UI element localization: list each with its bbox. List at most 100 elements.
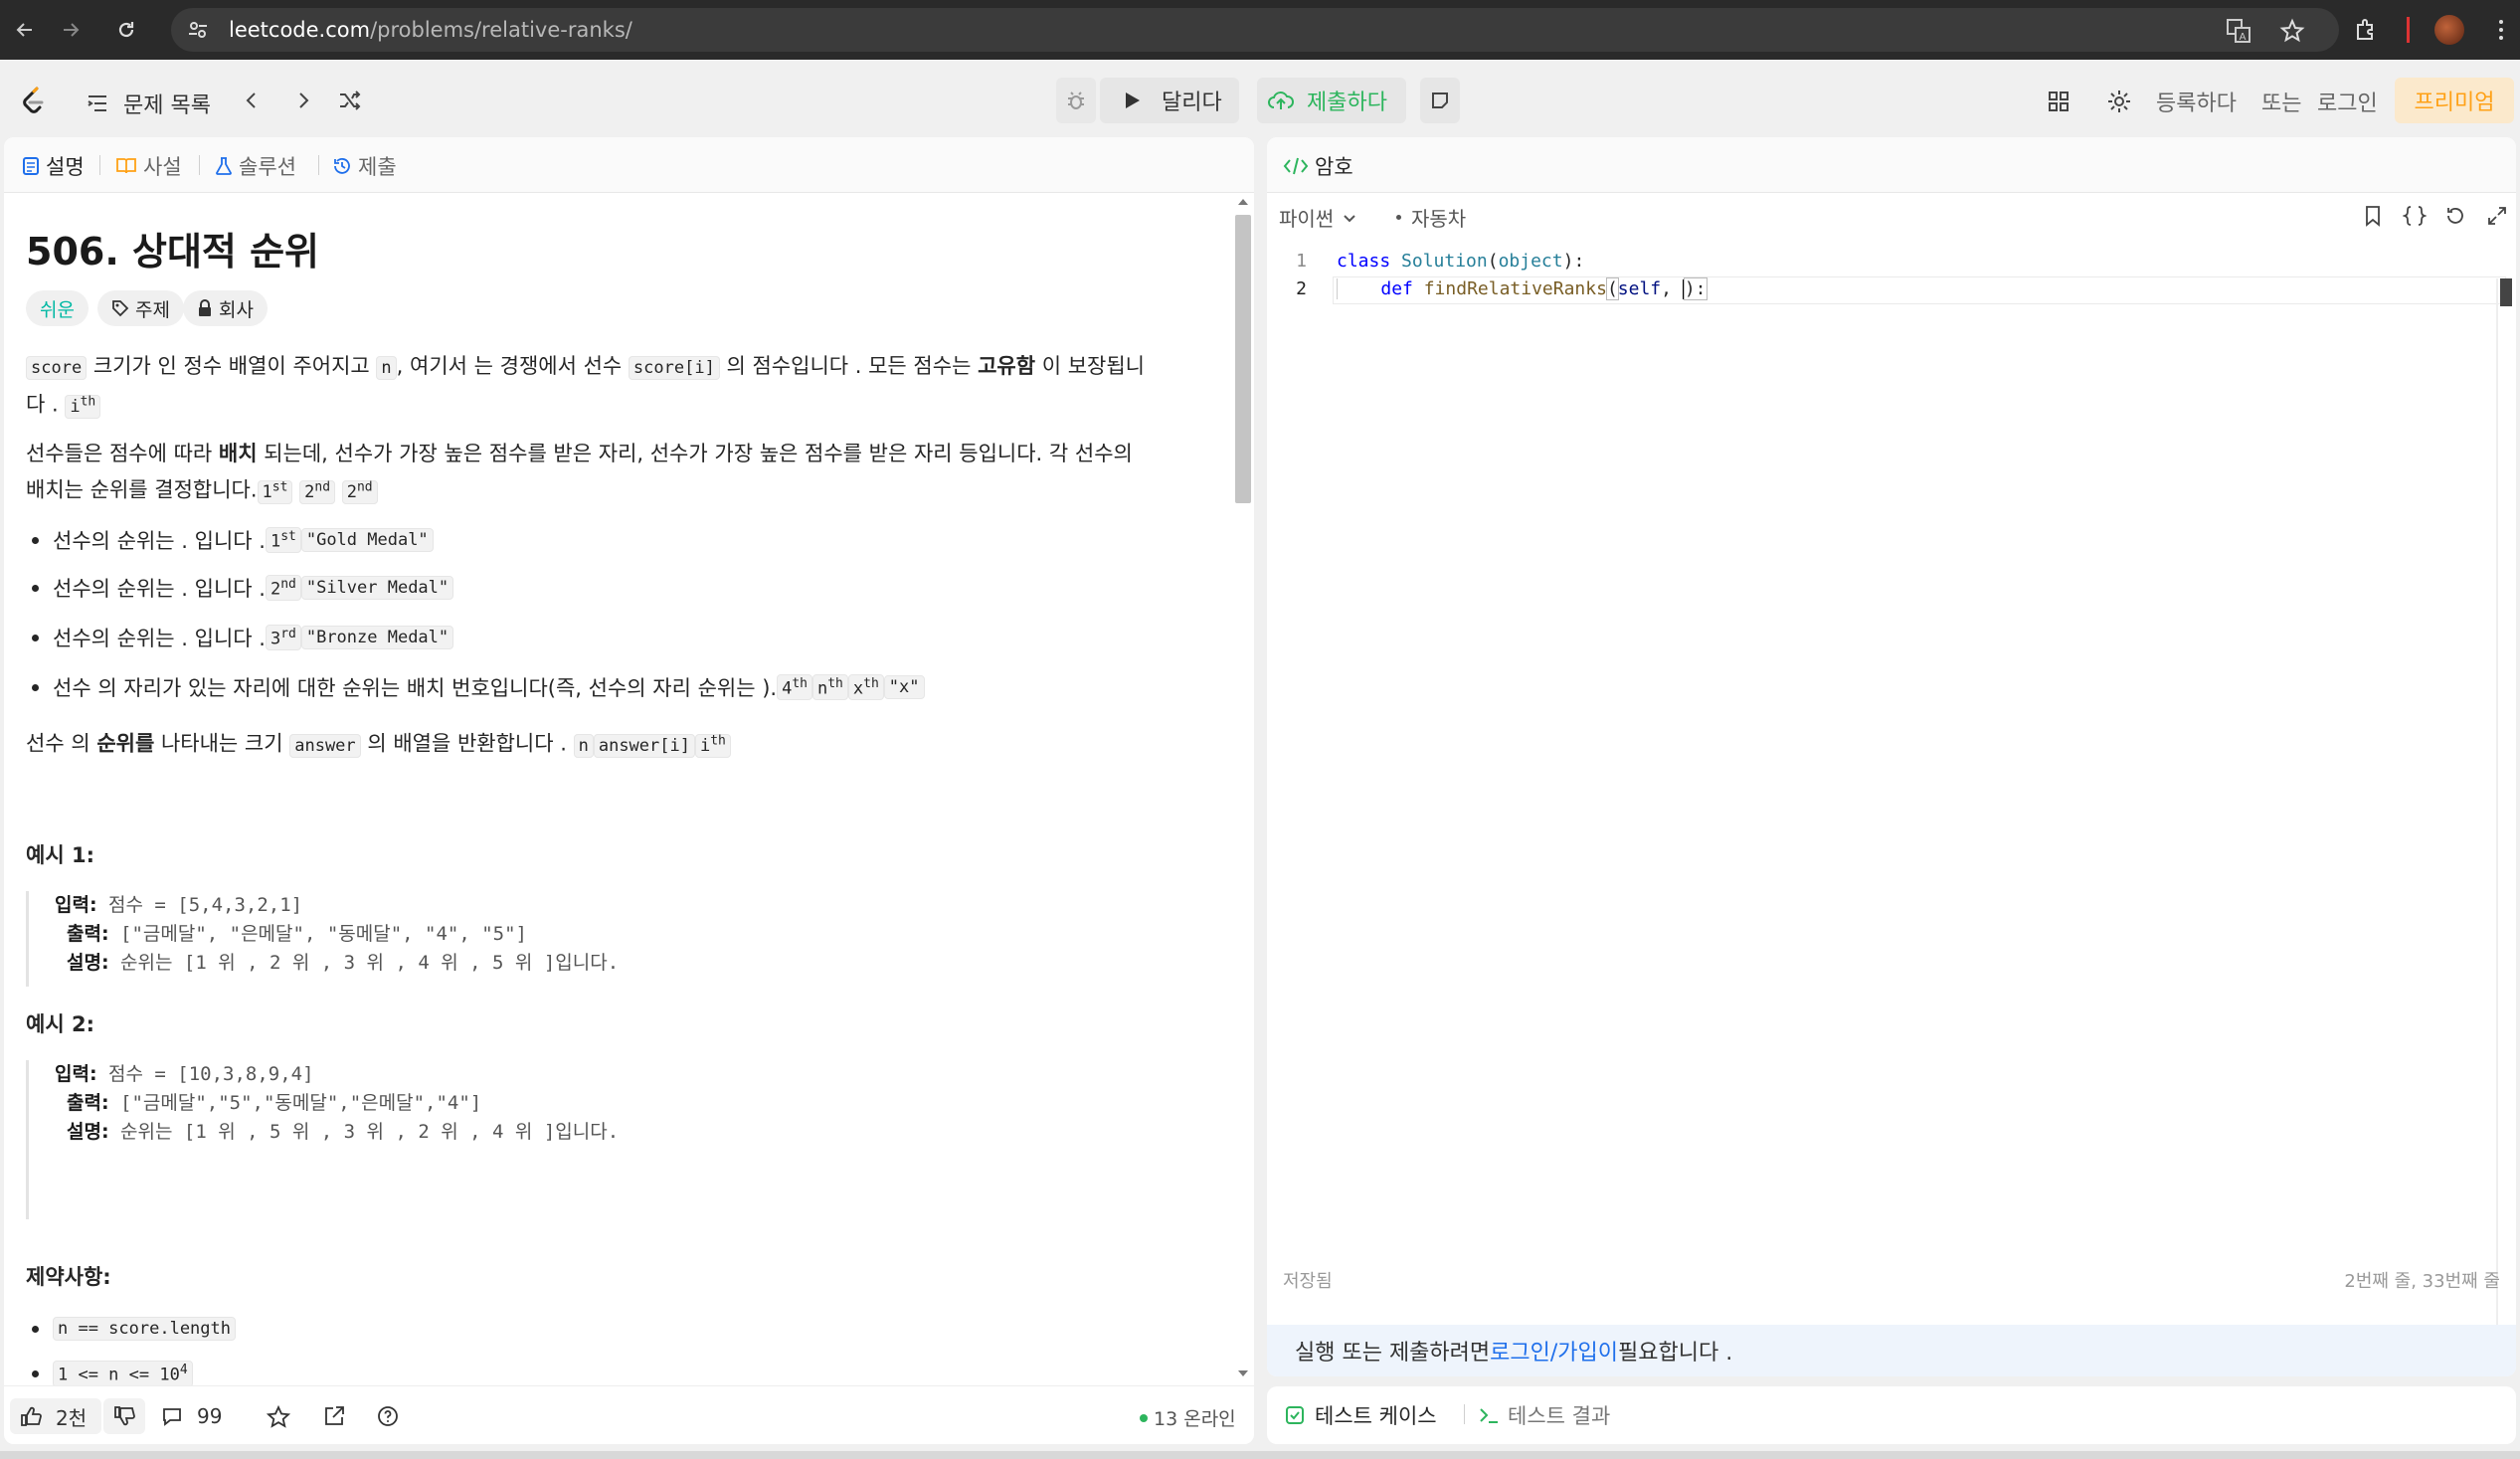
address-bar[interactable]: leetcode.com/problems/relative-ranks/ A — [171, 8, 2339, 52]
login-link[interactable]: 로그인 — [2317, 86, 2378, 117]
like-button[interactable]: 2천 — [10, 1398, 101, 1434]
online-dot — [1140, 1413, 1148, 1422]
editor-scroll-marker — [2500, 278, 2512, 306]
superscript: nd — [314, 479, 331, 494]
punctuation: ( — [1605, 277, 1619, 300]
inline-code: ith — [694, 733, 731, 758]
share-icon[interactable] — [322, 1404, 346, 1428]
help-icon[interactable] — [376, 1404, 400, 1428]
tab-solutions[interactable]: 솔루션 — [215, 151, 296, 181]
editor-scroll-track[interactable] — [2496, 278, 2498, 1376]
difficulty-badge[interactable]: 쉬운 — [26, 290, 89, 326]
layout-icon[interactable] — [2047, 90, 2070, 113]
menu-kebab-icon[interactable] — [2488, 17, 2514, 43]
debug-button[interactable] — [1056, 78, 1096, 123]
site-info-icon[interactable] — [185, 17, 211, 43]
topics-chip[interactable]: 주제 — [97, 290, 184, 326]
scroll-up-icon[interactable] — [1237, 197, 1249, 207]
code-text: i — [70, 396, 81, 417]
example-output: 출력: ["금메달", "은메달", "동메달", "4", "5"] — [55, 920, 619, 949]
prev-problem-icon[interactable] — [241, 90, 263, 111]
submit-button[interactable]: 제출하다 — [1257, 78, 1406, 123]
example-1-block: 입력: 점수 = [5,4,3,2,1] 출력: ["금메달", "은메달", … — [26, 891, 619, 987]
class-name: Solution — [1401, 251, 1488, 272]
format-braces-icon[interactable] — [2403, 205, 2427, 227]
notes-button[interactable] — [1420, 78, 1460, 123]
code-line-2[interactable]: def findRelativeRanks(self, ): — [1337, 277, 1708, 300]
bookmark-icon[interactable] — [2363, 205, 2383, 227]
premium-button[interactable]: 프리미엄 — [2395, 78, 2514, 123]
tab-testcase-label: 테스트 케이스 — [1315, 1404, 1437, 1428]
note-icon — [1432, 92, 1448, 108]
tab-test-result[interactable]: 테스트 결과 — [1478, 1400, 1610, 1430]
constraint-item: 1 <= n <= 104 — [32, 1361, 193, 1387]
profile-avatar[interactable] — [2434, 15, 2464, 45]
bullet — [1396, 215, 1401, 220]
bullet — [32, 584, 39, 592]
punctuation: ): — [1683, 277, 1708, 300]
tab-description[interactable]: 설명 — [22, 151, 85, 181]
inline-code: 2nd — [341, 479, 378, 504]
translate-icon[interactable]: A — [2226, 18, 2251, 44]
auto-mode-toggle[interactable]: 자동차 — [1396, 203, 1466, 232]
reload-icon[interactable] — [101, 0, 151, 60]
text: 선수의 순위는 . 입니다 . — [53, 577, 266, 601]
text: 이 보장됩니 — [1035, 354, 1145, 378]
problem-list-button[interactable]: 문제 목록 — [86, 88, 211, 119]
label: 입력: — [55, 1063, 97, 1085]
leetcode-logo-icon[interactable] — [20, 86, 46, 115]
thumbs-down-icon — [114, 1406, 135, 1426]
code-line-1[interactable]: class Solution(object): — [1337, 251, 1584, 272]
back-icon[interactable] — [0, 0, 50, 60]
tab-submissions[interactable]: 제출 — [332, 151, 397, 181]
tab-separator — [318, 155, 319, 175]
login-signup-link[interactable]: 로그인/가입이 — [1490, 1335, 1618, 1367]
inline-code: 4th — [777, 673, 812, 701]
bookmark-star-icon[interactable] — [2279, 18, 2305, 44]
description-panel: 설명 사설 솔루션 제출 506. 상대적 순위 쉬운 주제 회사 score … — [4, 137, 1254, 1444]
tag-icon — [112, 300, 129, 317]
comment-icon — [163, 1408, 181, 1426]
bold-text: 고유함 — [978, 354, 1036, 378]
punctuation: , — [1661, 278, 1683, 299]
inline-code: 1st — [257, 479, 293, 504]
scrollbar-thumb[interactable] — [1235, 215, 1251, 503]
keyword: def — [1380, 278, 1413, 299]
bullet — [32, 634, 39, 641]
superscript: th — [863, 675, 879, 691]
comments-button[interactable]: 99 — [161, 1404, 222, 1428]
fullscreen-icon[interactable] — [2486, 205, 2508, 227]
bullet — [32, 1325, 39, 1333]
bold-text: 배치 — [218, 442, 258, 465]
value: ["금메달", "은메달", "동메달", "4", "5"] — [108, 923, 527, 945]
run-button[interactable]: 달리다 — [1100, 78, 1239, 123]
divider — [2407, 17, 2410, 43]
register-link[interactable]: 등록하다 — [2156, 86, 2237, 117]
dislike-button[interactable] — [103, 1398, 145, 1434]
settings-gear-icon[interactable] — [2106, 89, 2132, 114]
forward-icon[interactable] — [46, 0, 95, 60]
tab-code[interactable]: 암호 — [1283, 151, 1353, 181]
text: 선수의 순위는 . 입니다 . — [53, 529, 266, 553]
language-select[interactable]: 파이썬 — [1279, 203, 1357, 232]
code-text: 1 — [270, 531, 281, 552]
book-icon — [116, 158, 136, 174]
company-chip[interactable]: 회사 — [183, 290, 268, 326]
play-icon — [1126, 92, 1140, 108]
browser-toolbar: leetcode.com/problems/relative-ranks/ A — [0, 0, 2520, 60]
like-count: 2천 — [56, 1405, 88, 1430]
bullet — [32, 683, 39, 691]
reset-icon[interactable] — [2444, 205, 2466, 227]
extensions-icon[interactable] — [2353, 17, 2379, 43]
tab-editorial[interactable]: 사설 — [115, 151, 182, 181]
label: 입력: — [55, 894, 97, 916]
tab-testcase[interactable]: 테스트 케이스 — [1285, 1400, 1437, 1430]
inline-code: "Bronze Medal" — [300, 626, 454, 649]
scroll-down-icon[interactable] — [1237, 1368, 1249, 1378]
text: 의 점수입니다 . 모든 점수는 — [719, 354, 979, 378]
favorite-star-icon[interactable] — [267, 1404, 290, 1428]
tab-separator — [1464, 1404, 1465, 1424]
next-problem-icon[interactable] — [292, 90, 314, 111]
code-editor-panel: 암호 파이썬 자동차 1 2 class Solution(object): d… — [1267, 137, 2516, 1376]
shuffle-icon[interactable] — [338, 90, 362, 111]
